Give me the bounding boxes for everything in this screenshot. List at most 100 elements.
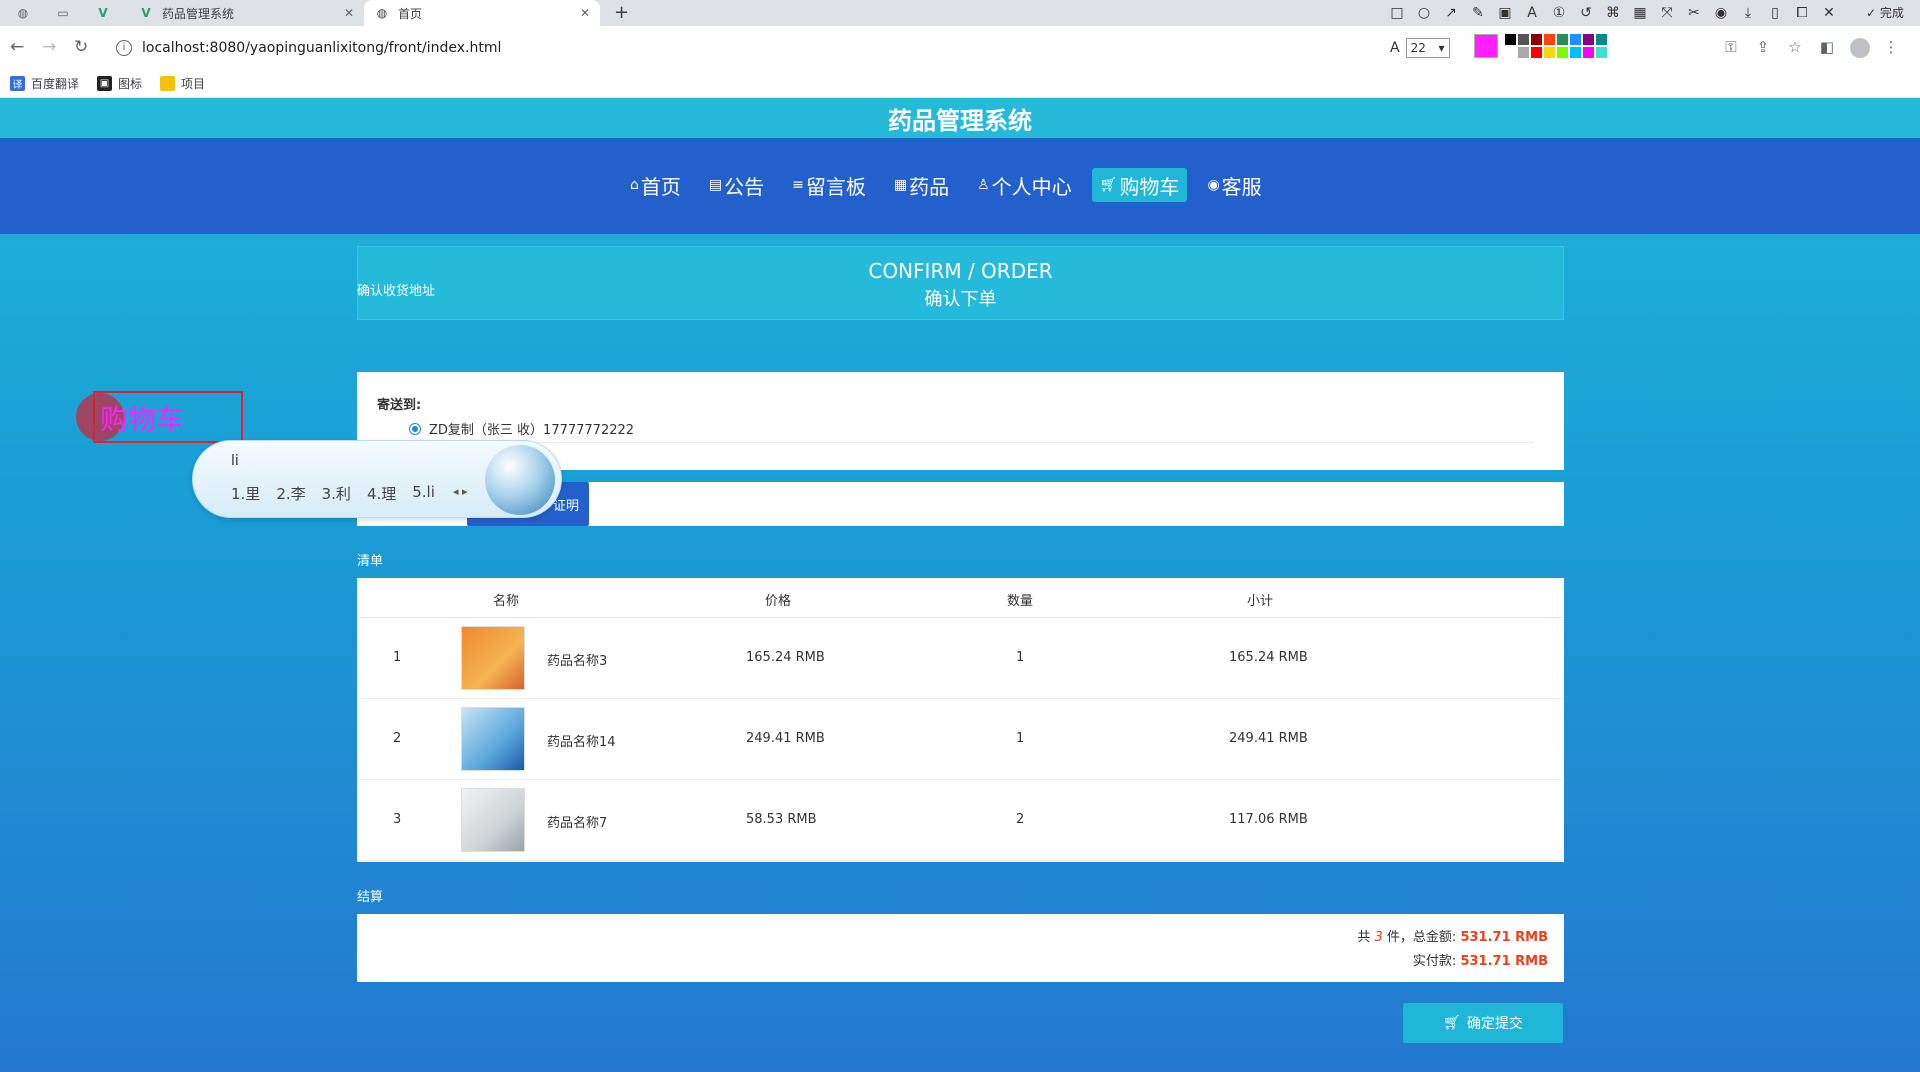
text-tool-icon[interactable]: A: [1523, 5, 1541, 21]
current-color-swatch[interactable]: [1474, 34, 1498, 58]
new-tab-button[interactable]: +: [614, 2, 629, 23]
star-icon[interactable]: ☆: [1786, 38, 1804, 62]
undo-icon[interactable]: ↺: [1577, 5, 1595, 21]
back-icon[interactable]: ←: [10, 37, 24, 57]
nav-item[interactable]: ▦ 药品: [886, 168, 957, 202]
settlement-card: 共 3 件，总金额: 531.71 RMB 实付款: 531.71 RMB: [357, 914, 1564, 982]
color-swatch[interactable]: [1544, 47, 1555, 58]
color-swatch[interactable]: [1505, 47, 1516, 58]
number-tool-icon[interactable]: ①: [1550, 5, 1568, 21]
address-radio[interactable]: [409, 422, 421, 435]
font-size-select[interactable]: 22 ▾: [1405, 38, 1450, 58]
address-option[interactable]: ZD复制（张三 收）17777772222: [409, 419, 634, 438]
product-thumbnail[interactable]: [461, 626, 525, 690]
nav-item[interactable]: ◉ 客服: [1199, 168, 1269, 202]
color-swatch[interactable]: [1518, 34, 1529, 45]
download-icon[interactable]: ⤓: [1739, 5, 1757, 21]
table-row: 1 药品名称3 165.24 RMB 1 165.24 RMB: [357, 618, 1564, 699]
ime-page-arrows[interactable]: ◂ ▸: [453, 485, 468, 498]
ellipse-tool-icon[interactable]: ○: [1415, 5, 1433, 21]
color-swatch[interactable]: [1583, 47, 1594, 58]
url-input[interactable]: i localhost:8080/yaopinguanlixitong/fron…: [108, 33, 1368, 63]
bookmark-item[interactable]: 译 百度翻译: [10, 75, 79, 92]
close-icon[interactable]: ✕: [1820, 5, 1838, 21]
nav-item[interactable]: ⌂ 首页: [622, 168, 689, 202]
arrow-tool-icon[interactable]: ↗: [1442, 5, 1460, 21]
nav-item[interactable]: 🛒︎ 购物车: [1091, 168, 1188, 202]
color-swatch[interactable]: [1531, 47, 1542, 58]
menu-icon[interactable]: ⋮: [1882, 38, 1900, 62]
ime-candidates: 1.里 2.李 3.利 4.理 5.li: [231, 483, 435, 504]
close-icon[interactable]: ✕: [344, 6, 354, 20]
color-swatch[interactable]: [1596, 47, 1607, 58]
sticker-tool-icon[interactable]: ✂: [1685, 5, 1703, 21]
nav-item[interactable]: ▤ 公告: [701, 168, 772, 202]
bookmark-icon[interactable]: ⧠: [1793, 5, 1811, 21]
bookmark-label: 百度翻译: [31, 77, 80, 91]
product-price: 165.24 RMB: [746, 650, 825, 665]
cart-icon: 🛒︎: [1443, 1015, 1461, 1031]
snip-done-label: 完成: [1879, 6, 1904, 20]
browser-tab-bar: ◍ ▭ V V 药品管理系统 ✕ ◍ 首页 ✕ + □ ○ ↗ ✎ ▣ A ① …: [0, 0, 1920, 26]
tab-medicine-system[interactable]: V 药品管理系统 ✕: [128, 0, 364, 26]
color-swatch[interactable]: [1518, 47, 1529, 58]
color-palette: [1505, 34, 1607, 58]
key-icon[interactable]: ⚿: [1722, 38, 1740, 62]
color-swatch[interactable]: [1557, 34, 1568, 45]
bookmark-item[interactable]: ▣ 图标: [97, 75, 142, 92]
mosaic-tool-icon[interactable]: ▣: [1496, 5, 1514, 21]
product-subtotal: 249.41 RMB: [1229, 731, 1308, 746]
translate-tool-icon[interactable]: ⤧: [1658, 5, 1676, 21]
profile-icon[interactable]: [1850, 38, 1870, 62]
banner-title-en: CONFIRM / ORDER: [868, 259, 1053, 283]
nav-item[interactable]: ≡ 留言板: [784, 168, 874, 202]
product-thumbnail[interactable]: [461, 788, 525, 852]
color-swatch[interactable]: [1570, 47, 1581, 58]
info-icon[interactable]: i: [116, 40, 132, 56]
url-text: localhost:8080/yaopinguanlixitong/front/…: [142, 40, 502, 56]
ime-candidate[interactable]: 4.理: [367, 483, 396, 504]
color-swatch[interactable]: [1596, 34, 1607, 45]
color-swatch[interactable]: [1505, 34, 1516, 45]
record-tool-icon[interactable]: ◉: [1712, 5, 1730, 21]
submit-order-button[interactable]: 🛒︎ 确定提交: [1403, 1003, 1563, 1043]
pin-tool-icon[interactable]: ⌘: [1604, 5, 1622, 21]
forward-icon[interactable]: →: [42, 37, 56, 57]
product-name: 药品名称14: [547, 735, 616, 750]
vue-icon[interactable]: V: [90, 3, 116, 23]
rectangle-tool-icon[interactable]: □: [1388, 5, 1406, 21]
ocr-tool-icon[interactable]: ▦: [1631, 5, 1649, 21]
color-swatch[interactable]: [1583, 34, 1594, 45]
nav-item[interactable]: ♙ 个人中心: [969, 168, 1080, 202]
color-swatch[interactable]: [1531, 34, 1542, 45]
total-prefix: 共: [1357, 930, 1371, 945]
tab-home[interactable]: ◍ 首页 ✕: [364, 0, 600, 26]
service-icon: ◉: [1207, 177, 1220, 193]
vue-icon: V: [141, 6, 151, 20]
nav-label: 首页: [640, 174, 681, 199]
cart-icon: 🛒︎: [1099, 177, 1118, 193]
product-thumbnail[interactable]: [461, 707, 525, 771]
ime-candidate[interactable]: 2.李: [276, 483, 305, 504]
globe-icon[interactable]: ◍: [10, 3, 36, 23]
snip-done-button[interactable]: ✓ 完成: [1866, 4, 1904, 21]
bookmark-item[interactable]: 项目: [160, 75, 205, 92]
close-icon[interactable]: ✕: [580, 6, 590, 20]
product-name: 药品名称7: [547, 816, 608, 831]
color-swatch[interactable]: [1570, 34, 1581, 45]
product-price: 249.41 RMB: [746, 731, 825, 746]
sidepanel-icon[interactable]: ◧: [1818, 38, 1836, 62]
ime-candidate[interactable]: 3.利: [322, 483, 351, 504]
color-swatch[interactable]: [1557, 47, 1568, 58]
list-section-label: 清单: [357, 554, 384, 569]
reload-icon[interactable]: ↻: [74, 37, 88, 57]
ime-candidate[interactable]: 1.里: [231, 483, 260, 504]
pen-tool-icon[interactable]: ✎: [1469, 5, 1487, 21]
blank-tab-icon[interactable]: ▭: [50, 3, 76, 23]
color-swatch[interactable]: [1544, 34, 1555, 45]
share-icon[interactable]: ⇪: [1754, 38, 1772, 62]
ime-candidate[interactable]: 5.li: [412, 483, 435, 504]
address-text: ZD复制（张三 收）17777772222: [429, 423, 635, 438]
ime-composition: li: [231, 453, 239, 469]
save-icon[interactable]: ▯: [1766, 5, 1784, 21]
